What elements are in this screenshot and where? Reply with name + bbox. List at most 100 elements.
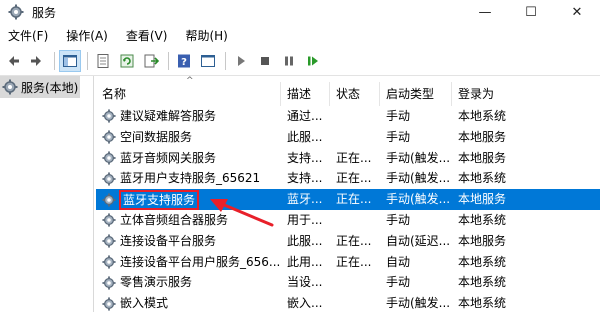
menu-bar: 文件(F) 操作(A) 查看(V) 帮助(H)	[0, 26, 600, 46]
column-header-log-on-as[interactable]: 登录为	[452, 82, 512, 106]
svg-text:?: ?	[181, 57, 187, 68]
table-row[interactable]: 空间数据服务 此服... 手动 本地服务	[96, 127, 600, 148]
service-startup-type: 手动	[386, 109, 411, 123]
table-row[interactable]: 建议疑难解答服务 通过... 手动 本地系统	[96, 106, 600, 127]
service-status	[330, 106, 380, 127]
service-name-cell: 蓝牙用户支持服务_65621	[96, 168, 281, 189]
tree-item-services-local[interactable]: 服务(本地)	[0, 76, 80, 98]
service-status: 正在...	[336, 150, 372, 165]
service-log-on-as: 本地系统	[458, 275, 507, 290]
service-gear-icon	[102, 193, 116, 207]
service-gear-icon	[102, 109, 116, 123]
toolbar-separator	[87, 51, 88, 70]
stop-service-icon[interactable]	[254, 50, 276, 72]
service-gear-icon	[102, 255, 116, 269]
service-startup-type: 手动	[386, 212, 411, 227]
service-name: 空间数据服务	[120, 129, 193, 144]
service-startup-type: 手动(触发...	[386, 171, 451, 186]
service-status: 正在...	[336, 171, 372, 186]
service-startup-type: 手动(触发...	[386, 296, 451, 311]
service-status: 正在...	[336, 254, 372, 269]
service-name: 嵌入模式	[120, 296, 169, 311]
table-row[interactable]: 蓝牙音频网关服务 支持... 正在... 手动(触发... 本地服务	[96, 148, 600, 169]
menu-view[interactable]: 查看(V)	[120, 26, 174, 46]
service-name-cell: 立体音频组合器服务	[96, 210, 281, 231]
service-gear-icon	[102, 234, 116, 248]
service-name: 蓝牙支持服务	[119, 189, 200, 210]
service-name-cell: 空间数据服务	[96, 127, 281, 148]
services-list: ^ 名称 描述 状态 启动类型 登录为 建议疑难解答服务 通过... 手动 本地系统空…	[96, 76, 600, 312]
service-name: 蓝牙音频网关服务	[120, 150, 217, 165]
properties-icon[interactable]	[92, 50, 114, 72]
menu-file[interactable]: 文件(F)	[2, 26, 54, 46]
table-row[interactable]: 零售演示服务 当设... 手动 本地系统	[96, 272, 600, 293]
service-name: 立体音频组合器服务	[120, 212, 229, 227]
table-row[interactable]: 立体音频组合器服务 用于... 手动 本地系统	[96, 210, 600, 231]
service-startup-type: 手动	[386, 275, 411, 290]
export-list-icon[interactable]	[140, 50, 162, 72]
pause-service-icon[interactable]	[278, 50, 300, 72]
window-title: 服务	[32, 5, 57, 20]
service-name: 连接设备平台用户服务_656...	[120, 254, 281, 269]
forward-arrow-icon[interactable]	[26, 50, 48, 72]
service-description: 此服...	[287, 129, 323, 144]
menu-action[interactable]: 操作(A)	[60, 26, 114, 46]
restart-service-icon[interactable]	[302, 50, 324, 72]
title-bar: 服务 — ☐ ✕	[0, 0, 600, 24]
service-startup-type: 手动	[386, 129, 411, 144]
service-log-on-as: 本地系统	[458, 212, 507, 227]
service-log-on-as: 本地系统	[458, 171, 507, 186]
service-gear-icon	[102, 172, 116, 186]
column-header-startup-type[interactable]: 启动类型	[380, 82, 452, 106]
column-header-name[interactable]: 名称	[96, 82, 281, 106]
service-status: 正在...	[336, 233, 372, 248]
column-header-description[interactable]: 描述	[281, 82, 330, 106]
show-hide-tree-icon[interactable]	[59, 49, 81, 72]
service-log-on-as: 本地服务	[458, 150, 507, 165]
back-arrow-icon[interactable]	[2, 50, 24, 72]
service-name: 连接设备平台服务	[120, 233, 217, 248]
close-button[interactable]: ✕	[554, 0, 600, 24]
toolbar-separator	[225, 51, 226, 70]
start-service-icon[interactable]	[230, 50, 252, 72]
service-description: 嵌入...	[287, 296, 323, 311]
column-header-status[interactable]: 状态	[330, 82, 380, 106]
service-name-cell: 嵌入模式	[96, 293, 281, 312]
menu-help[interactable]: 帮助(H)	[179, 26, 233, 46]
maximize-button[interactable]: ☐	[508, 0, 554, 24]
service-startup-type: 手动(触发...	[386, 150, 451, 165]
service-name: 零售演示服务	[120, 275, 193, 290]
service-name-cell: 零售演示服务	[96, 272, 281, 293]
services-gear-icon	[8, 4, 24, 20]
service-gear-icon	[102, 297, 116, 311]
table-body: 建议疑难解答服务 通过... 手动 本地系统 空间数据服务 此服... 手动 本地服务 蓝牙音频…	[96, 106, 600, 312]
console-icon[interactable]	[197, 50, 219, 72]
service-description: 蓝牙...	[287, 192, 323, 207]
service-log-on-as: 本地系统	[458, 109, 507, 123]
console-tree: 服务(本地)	[0, 76, 94, 312]
table-row[interactable]: 嵌入模式 嵌入... 手动(触发... 本地系统	[96, 293, 600, 312]
service-name-cell: 建议疑难解答服务	[96, 106, 281, 127]
service-description: 支持...	[287, 171, 323, 186]
service-status	[330, 210, 380, 231]
service-description: 通过...	[287, 109, 323, 123]
service-description: 支持...	[287, 150, 323, 165]
service-status: 正在...	[336, 192, 372, 207]
service-startup-type: 手动(触发...	[386, 192, 451, 207]
help-icon[interactable]: ?	[173, 50, 195, 72]
service-gear-icon	[102, 276, 116, 290]
table-row[interactable]: 连接设备平台服务 此服... 正在... 自动(延迟... 本地服务	[96, 231, 600, 252]
service-name-cell: 连接设备平台用户服务_656...	[96, 252, 281, 273]
service-gear-icon	[102, 130, 116, 144]
table-row[interactable]: 蓝牙用户支持服务_65621 支持... 正在... 手动(触发... 本地系统	[96, 168, 600, 189]
toolbar: ?	[0, 47, 600, 74]
table-row[interactable]: 连接设备平台用户服务_656... 此用... 正在... 自动 本地系统	[96, 252, 600, 273]
table-row[interactable]: 蓝牙支持服务 蓝牙... 正在... 手动(触发... 本地服务	[96, 189, 600, 210]
refresh-icon[interactable]	[116, 50, 138, 72]
service-name-cell: 连接设备平台服务	[96, 231, 281, 252]
service-startup-type: 自动(延迟...	[386, 233, 451, 248]
service-log-on-as: 本地服务	[458, 129, 507, 144]
service-startup-type: 自动	[386, 254, 411, 269]
minimize-button[interactable]: —	[462, 0, 508, 24]
service-log-on-as: 本地系统	[458, 254, 507, 269]
